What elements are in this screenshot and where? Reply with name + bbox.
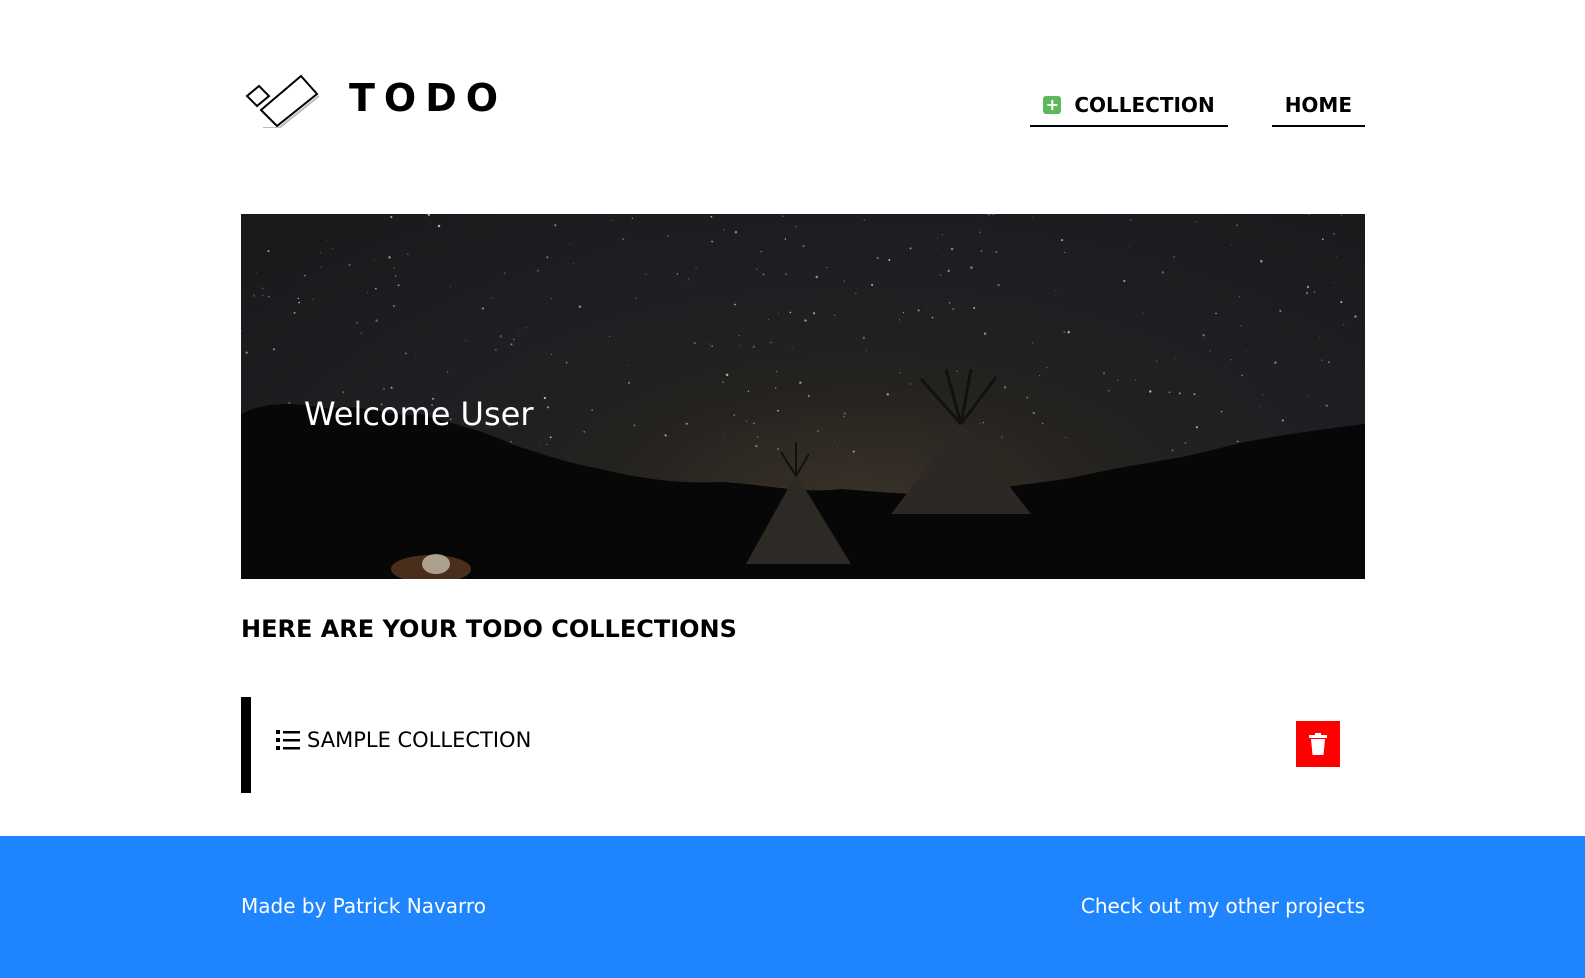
logo[interactable]: TODO <box>241 68 507 128</box>
collection-list-item: SAMPLE COLLECTION <box>241 697 1365 793</box>
nav-add-collection-link[interactable]: + COLLECTION <box>1030 85 1228 127</box>
collections-heading: HERE ARE YOUR TODO COLLECTIONS <box>241 615 737 643</box>
brand-name: TODO <box>349 76 508 120</box>
delete-collection-button[interactable] <box>1296 721 1340 767</box>
list-icon <box>276 730 300 750</box>
nav-collection-label: COLLECTION <box>1074 93 1215 117</box>
logo-mark-icon <box>245 74 320 128</box>
collection-link[interactable]: SAMPLE COLLECTION <box>276 728 531 752</box>
plus-icon: + <box>1043 96 1062 114</box>
site-footer: Made by Patrick Navarro Check out my oth… <box>0 836 1585 978</box>
nav-home-link[interactable]: HOME <box>1271 85 1365 127</box>
main-nav: + COLLECTION HOME <box>1030 85 1365 127</box>
collection-name: SAMPLE COLLECTION <box>307 728 532 752</box>
site-header: TODO + COLLECTION HOME <box>241 60 1365 140</box>
welcome-heading: Welcome User <box>304 395 534 434</box>
other-projects-link[interactable]: Check out my other projects <box>1081 894 1365 918</box>
trash-icon <box>1309 733 1327 755</box>
hero-banner: Welcome User <box>241 214 1365 579</box>
footer-credit: Made by Patrick Navarro <box>241 894 486 918</box>
